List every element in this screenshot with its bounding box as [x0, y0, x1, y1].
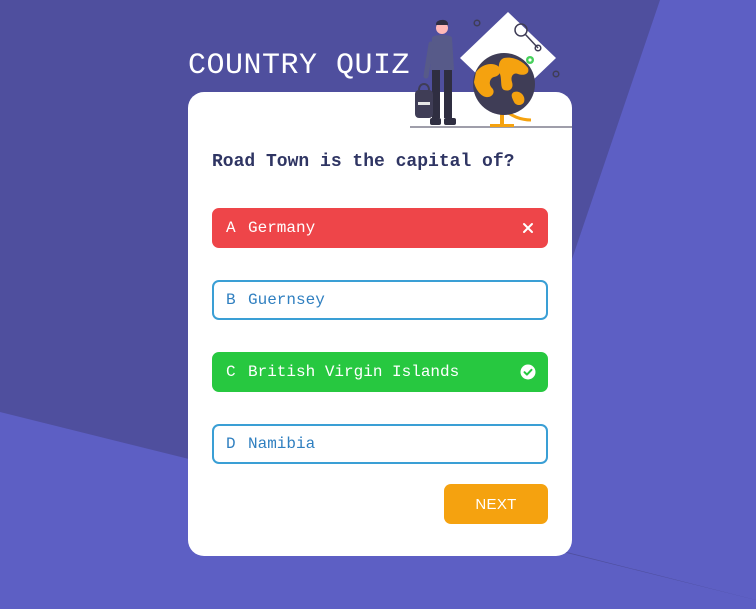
option-label: Guernsey: [248, 291, 325, 309]
traveler-with-globe-illustration: [410, 12, 572, 128]
option-c[interactable]: C British Virgin Islands: [212, 352, 548, 392]
option-d[interactable]: D Namibia: [212, 424, 548, 464]
option-letter: D: [226, 435, 236, 453]
option-a[interactable]: A Germany: [212, 208, 548, 248]
option-letter: A: [226, 219, 236, 237]
question-text: Road Town is the capital of?: [212, 152, 515, 172]
option-label: Germany: [248, 219, 316, 237]
check-circle-icon: [520, 364, 536, 380]
next-button[interactable]: NEXT: [444, 484, 548, 524]
option-label: Namibia: [248, 435, 316, 453]
option-letter: C: [226, 363, 236, 381]
option-b[interactable]: B Guernsey: [212, 280, 548, 320]
page-title: COUNTRY QUIZ: [188, 49, 411, 83]
quiz-card: Road Town is the capital of? A Germany B…: [188, 92, 572, 556]
option-label: British Virgin Islands: [248, 363, 460, 381]
option-letter: B: [226, 291, 236, 309]
close-icon: [520, 220, 536, 236]
